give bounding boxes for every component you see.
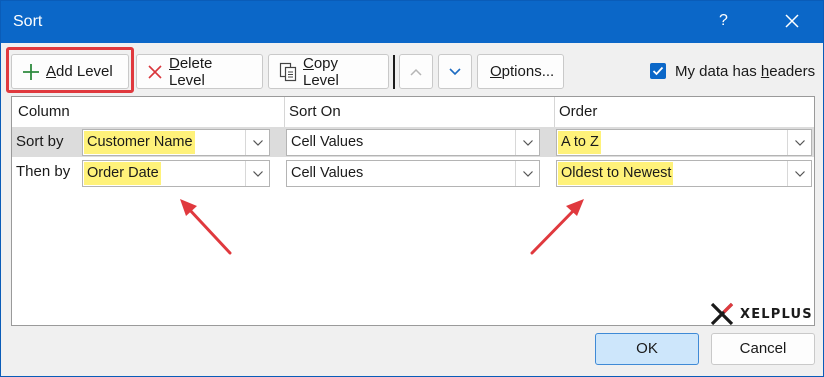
order-value: Oldest to Newest <box>558 162 674 185</box>
order-select-then-by[interactable]: Oldest to Newest <box>556 160 812 187</box>
my-data-has-headers-checkbox[interactable] <box>650 63 666 79</box>
toolbar-separator <box>393 55 395 89</box>
order-value: A to Z <box>558 131 601 154</box>
chevron-up-icon <box>410 68 422 76</box>
title-bar: Sort ? <box>1 1 823 43</box>
sort-on-value: Cell Values <box>291 134 364 150</box>
column-select-value: Customer Name <box>84 131 195 154</box>
column-divider <box>554 97 555 127</box>
cancel-button[interactable]: Cancel <box>711 333 815 365</box>
sort-levels-grid: Column Sort On Order Sort by Customer Na… <box>11 96 815 326</box>
move-up-button[interactable] <box>399 54 433 89</box>
my-data-has-headers-label[interactable]: My data has headers <box>675 63 815 80</box>
checkmark-icon <box>652 66 664 76</box>
delete-level-label: Delete Level <box>169 54 213 89</box>
logo-text: XELPLUS <box>740 306 813 322</box>
delete-x-icon <box>147 64 163 80</box>
dropdown-chevron-icon[interactable] <box>245 130 269 155</box>
sort-by-label: Sort by <box>16 133 64 150</box>
annotation-arrow-right <box>530 199 584 255</box>
move-down-button[interactable] <box>438 54 472 89</box>
chevron-down-icon <box>449 67 461 75</box>
options-button[interactable]: Options... <box>477 54 564 89</box>
copy-icon <box>279 62 297 82</box>
order-select-sort-by[interactable]: A to Z <box>556 129 812 156</box>
sort-on-select-then-by[interactable]: Cell Values <box>286 160 540 187</box>
column-select-then-by[interactable]: Order Date <box>82 160 270 187</box>
ok-button[interactable]: OK <box>595 333 699 365</box>
annotation-arrow-left <box>180 199 232 255</box>
order-header: Order <box>559 103 598 120</box>
sort-dialog: Sort ? Add Level Delete Level Copy Level… <box>0 0 824 377</box>
dropdown-chevron-icon[interactable] <box>787 161 811 186</box>
delete-level-button[interactable]: Delete Level <box>136 54 263 89</box>
close-button[interactable] <box>781 10 803 32</box>
xelplus-x-mark-icon <box>710 302 734 326</box>
add-level-highlight <box>6 47 134 93</box>
column-select-value: Order Date <box>84 162 161 185</box>
then-by-label: Then by <box>16 163 71 180</box>
dropdown-chevron-icon[interactable] <box>515 161 539 186</box>
dialog-title: Sort <box>13 13 43 30</box>
copy-level-label: Copy Level <box>303 54 339 89</box>
xelplus-logo: XELPLUS <box>709 302 813 326</box>
column-divider <box>284 97 285 127</box>
sort-on-header: Sort On <box>289 103 341 120</box>
help-button[interactable]: ? <box>719 12 728 30</box>
column-header: Column <box>18 103 70 120</box>
dropdown-chevron-icon[interactable] <box>245 161 269 186</box>
sort-on-select-sort-by[interactable]: Cell Values <box>286 129 540 156</box>
close-icon <box>785 14 799 28</box>
dropdown-chevron-icon[interactable] <box>515 130 539 155</box>
sort-on-value: Cell Values <box>291 165 364 181</box>
options-label: Options... <box>490 63 555 80</box>
column-select-sort-by[interactable]: Customer Name <box>82 129 270 156</box>
copy-level-button[interactable]: Copy Level <box>268 54 389 89</box>
dropdown-chevron-icon[interactable] <box>787 130 811 155</box>
